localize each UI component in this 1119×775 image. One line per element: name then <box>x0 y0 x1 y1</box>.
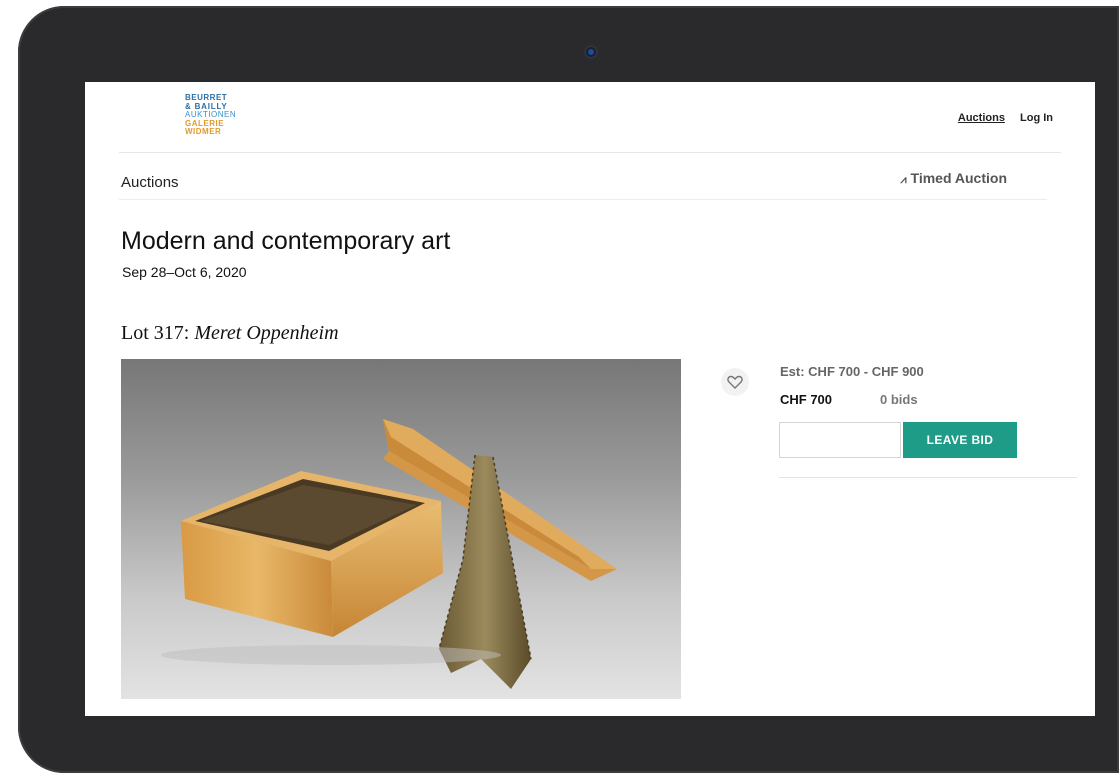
logo[interactable]: BEURRET & BAILLY AUKTIONEN GALERIE WIDME… <box>185 93 236 137</box>
artwork-photo[interactable] <box>121 359 681 699</box>
sub-nav: Auctions ⩘ Timed Auction <box>119 153 1047 200</box>
auction-dates: Sep 28–Oct 6, 2020 <box>122 264 247 280</box>
nav-login-link[interactable]: Log In <box>1020 112 1053 124</box>
timed-auction-text: Timed Auction <box>910 170 1007 186</box>
camera-icon <box>584 45 598 59</box>
artwork-illustration <box>161 419 617 689</box>
breadcrumb-auctions[interactable]: Auctions <box>121 174 179 191</box>
auction-title: Modern and contemporary art <box>121 227 451 255</box>
lot-artist: Meret Oppenheim <box>194 322 339 344</box>
lot-number: Lot 317: <box>121 322 190 344</box>
tablet-frame: BEURRET & BAILLY AUKTIONEN GALERIE WIDME… <box>18 6 1119 773</box>
rss-icon: ⩘ <box>900 174 907 186</box>
nav-auctions-link[interactable]: Auctions <box>958 112 1005 124</box>
lot-heading: Lot 317: Meret Oppenheim <box>121 322 339 345</box>
bid-amount-input[interactable] <box>779 422 901 458</box>
top-nav: Auctions Log In <box>958 112 1053 124</box>
timed-auction-label: ⩘ Timed Auction <box>900 170 1007 187</box>
browser-screen: BEURRET & BAILLY AUKTIONEN GALERIE WIDME… <box>85 82 1095 716</box>
heart-icon <box>727 375 743 389</box>
estimate-text: Est: CHF 700 - CHF 900 <box>780 364 924 379</box>
favorite-button[interactable] <box>721 368 749 396</box>
current-price: CHF 700 <box>780 392 833 407</box>
leave-bid-button[interactable]: LEAVE BID <box>903 422 1017 458</box>
bid-count: 0 bids <box>880 392 918 407</box>
bid-divider <box>779 477 1077 478</box>
logo-line-5: WIDMER <box>185 127 222 136</box>
